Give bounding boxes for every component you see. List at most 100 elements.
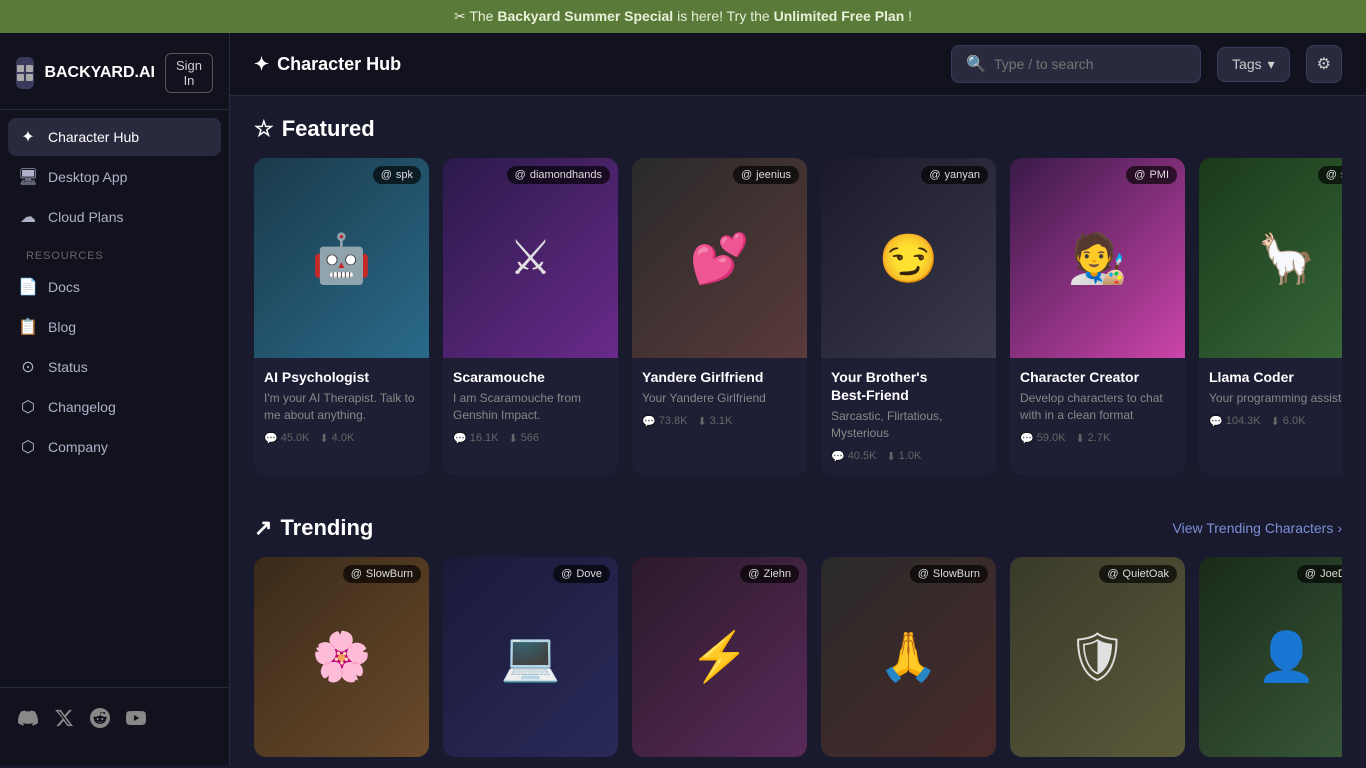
banner-icon: ✂ <box>454 8 466 24</box>
banner-text-pre: The <box>469 8 493 24</box>
card-image-wrap: 🧑‍🎨 @ PMI <box>1010 158 1185 358</box>
view-trending-link[interactable]: View Trending Characters › <box>1173 520 1343 536</box>
search-box[interactable]: 🔍 <box>951 45 1201 83</box>
sidebar-item-docs[interactable]: 📄 Docs <box>8 268 221 306</box>
featured-cards-row: 🤖 @ spk AI Psychologist I'm your AI Ther… <box>254 158 1342 475</box>
sidebar-item-label: Status <box>48 359 88 375</box>
social-links <box>8 700 221 741</box>
trending-title: ↗ Trending <box>254 515 373 541</box>
card-image-wrap: 👤 @ JoeDoe <box>1199 557 1342 757</box>
sidebar-item-desktop-app[interactable]: 🖥 Desktop App <box>8 158 221 196</box>
author-at-icon: @ <box>561 568 572 580</box>
x-twitter-icon[interactable] <box>54 708 74 733</box>
author-name: Dove <box>576 568 602 580</box>
card-ziehn-1[interactable]: ⚡ @ Ziehn <box>632 557 807 757</box>
card-ai-psychologist[interactable]: 🤖 @ spk AI Psychologist I'm your AI Ther… <box>254 158 429 475</box>
card-views: 💬 104.3K <box>1209 415 1261 428</box>
card-image-wrap: ⚡ @ Ziehn <box>632 557 807 757</box>
reddit-icon[interactable] <box>90 708 110 733</box>
author-at-icon: @ <box>929 169 940 181</box>
card-author-badge: @ PMI <box>1126 166 1177 184</box>
card-author-badge: @ QuietOak <box>1099 565 1177 583</box>
card-views: 💬 73.8K <box>642 415 687 428</box>
sidebar-item-label: Character Hub <box>48 129 139 145</box>
author-at-icon: @ <box>515 169 526 181</box>
card-downloads: ⬇ 1.0K <box>886 450 921 463</box>
tags-button[interactable]: Tags ▾ <box>1217 47 1290 82</box>
card-author-badge: @ spk <box>1318 166 1342 184</box>
author-name: jeenius <box>756 169 791 181</box>
author-at-icon: @ <box>1305 568 1316 580</box>
announcement-banner: ✂ The Backyard Summer Special is here! T… <box>0 0 1366 33</box>
search-input[interactable] <box>994 56 1186 72</box>
card-brother-bestfriend[interactable]: 😏 @ yanyan Your Brother's Best‑Friend Sa… <box>821 158 996 475</box>
card-slowburn-2[interactable]: 🙏 @ SlowBurn <box>821 557 996 757</box>
card-image: 💕 <box>632 158 807 358</box>
card-author-badge: @ SlowBurn <box>343 565 421 583</box>
card-slowburn-1[interactable]: 🌸 @ SlowBurn <box>254 557 429 757</box>
card-body: AI Psychologist I'm your AI Therapist. T… <box>254 358 429 457</box>
card-image-wrap: 💻 @ Dove <box>443 557 618 757</box>
card-views: 💬 59.0K <box>1020 432 1065 445</box>
card-image: 😏 <box>821 158 996 358</box>
changelog-icon: ⬡ <box>18 397 38 417</box>
sidebar-item-status[interactable]: ⊙ Status <box>8 348 221 386</box>
sidebar-item-label: Cloud Plans <box>48 209 124 225</box>
author-name: spk <box>1341 169 1342 181</box>
docs-icon: 📄 <box>18 277 38 297</box>
author-at-icon: @ <box>918 568 929 580</box>
discord-icon[interactable] <box>18 708 38 733</box>
card-name: AI Psychologist <box>264 368 419 386</box>
card-scaramouche[interactable]: ⚔ @ diamondhands Scaramouche I am Scaram… <box>443 158 618 475</box>
youtube-icon[interactable] <box>126 708 146 733</box>
card-downloads: ⬇ 4.0K <box>319 432 354 445</box>
sidebar-item-company[interactable]: ⬡ Company <box>8 428 221 466</box>
sidebar-item-label: Desktop App <box>48 169 127 185</box>
card-image: 🛡 <box>1010 557 1185 757</box>
topbar: ✦ Character Hub 🔍 Tags ▾ ⚙ <box>230 33 1366 96</box>
card-llama-coder[interactable]: 🦙 @ spk Llama Coder Your programming ass… <box>1199 158 1342 475</box>
sidebar-nav: ✦ Character Hub 🖥 Desktop App ☁ Cloud Pl… <box>0 118 229 687</box>
card-image: 🙏 <box>821 557 996 757</box>
sidebar-item-cloud-plans[interactable]: ☁ Cloud Plans <box>8 198 221 236</box>
character-hub-title-icon: ✦ <box>254 54 269 75</box>
sign-in-button[interactable]: Sign In <box>165 53 213 93</box>
card-image-wrap: 🛡 @ QuietOak <box>1010 557 1185 757</box>
card-joedoe-1[interactable]: 👤 @ JoeDoe <box>1199 557 1342 757</box>
author-at-icon: @ <box>1326 169 1337 181</box>
logo-text: BACKYARD.AI <box>44 64 155 82</box>
author-at-icon: @ <box>351 568 362 580</box>
card-image: 💻 <box>443 557 618 757</box>
blog-icon: 📋 <box>18 317 38 337</box>
card-quietoak-1[interactable]: 🛡 @ QuietOak <box>1010 557 1185 757</box>
card-description: I'm your AI Therapist. Talk to me about … <box>264 390 419 424</box>
sidebar-item-changelog[interactable]: ⬡ Changelog <box>8 388 221 426</box>
settings-button[interactable]: ⚙ <box>1306 45 1342 83</box>
sidebar-item-blog[interactable]: 📋 Blog <box>8 308 221 346</box>
card-yandere-girlfriend[interactable]: 💕 @ jeenius Yandere Girlfriend Your Yand… <box>632 158 807 475</box>
card-body: Scaramouche I am Scaramouche from Genshi… <box>443 358 618 457</box>
card-description: Develop characters to chat with in a cle… <box>1020 390 1175 424</box>
card-stats: 💬 40.5K ⬇ 1.0K <box>831 450 986 463</box>
card-stats: 💬 104.3K ⬇ 6.0K <box>1209 415 1342 428</box>
sidebar-item-character-hub[interactable]: ✦ Character Hub <box>8 118 221 156</box>
banner-bold2: Unlimited Free Plan <box>774 8 905 24</box>
card-body: Yandere Girlfriend Your Yandere Girlfrie… <box>632 358 807 440</box>
card-stats: 💬 45.0K ⬇ 4.0K <box>264 432 419 445</box>
featured-section: ☆ Featured 🤖 @ spk AI Psychologist <box>230 96 1366 495</box>
card-stats: 💬 73.8K ⬇ 3.1K <box>642 415 797 428</box>
author-name: PMI <box>1149 169 1169 181</box>
card-author-badge: @ diamondhands <box>507 166 610 184</box>
sidebar-footer <box>0 687 229 753</box>
author-name: QuietOak <box>1123 568 1169 580</box>
card-image-wrap: 🙏 @ SlowBurn <box>821 557 996 757</box>
author-at-icon: @ <box>381 169 392 181</box>
card-dove-1[interactable]: 💻 @ Dove <box>443 557 618 757</box>
trending-title-text: Trending <box>280 515 373 541</box>
card-character-creator[interactable]: 🧑‍🎨 @ PMI Character Creator Develop char… <box>1010 158 1185 475</box>
card-image: ⚔ <box>443 158 618 358</box>
sidebar-item-label: Blog <box>48 319 76 335</box>
card-views: 💬 45.0K <box>264 432 309 445</box>
banner-bold1: Backyard Summer Special <box>497 8 673 24</box>
card-body: Llama Coder Your programming assistant 💬… <box>1199 358 1342 440</box>
